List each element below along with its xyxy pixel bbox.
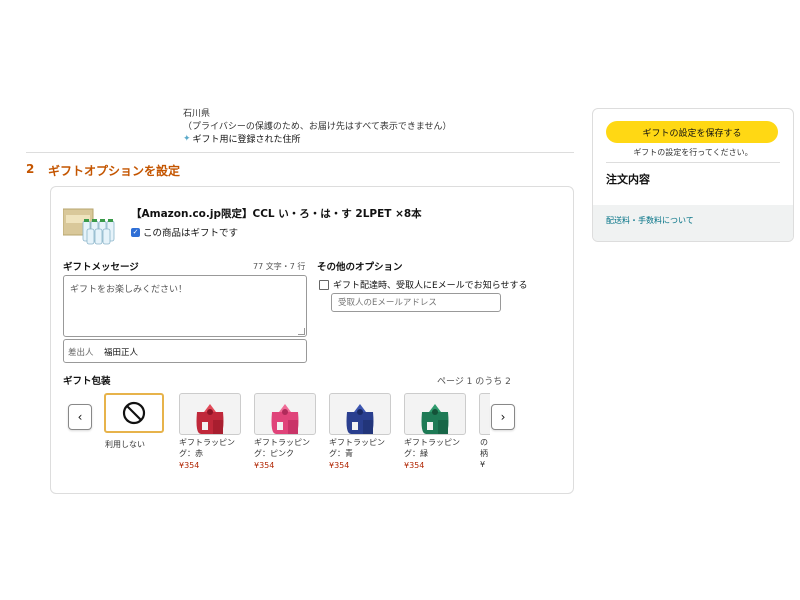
gift-bag-red-icon (196, 404, 224, 434)
recipient-email-input[interactable] (331, 293, 501, 312)
chevron-left-icon: ‹ (77, 410, 83, 424)
section-title: ギフトオプションを設定 (48, 164, 181, 178)
prohibited-icon (122, 401, 146, 425)
gift-message-count: 77 文字・7 行 (253, 262, 306, 271)
wrap-price-pink: ¥354 (254, 461, 275, 470)
sender-field[interactable]: 差出人 福田正人 (63, 339, 307, 363)
gift-message-textarea[interactable]: ギフトをお楽しみください！ (63, 275, 307, 337)
product-title: 【Amazon.co.jp限定】CCL い・ろ・は・す 2LPET ×8本 (131, 208, 422, 220)
wrap-price-red: ¥354 (179, 461, 200, 470)
gift-address-row: ✦ ギフト用に登録された住所 (183, 132, 301, 146)
address-prefecture: 石川県 (183, 109, 211, 119)
address-privacy-note: （プライバシーの保護のため、お届け先はすべて表示できません） (183, 122, 452, 132)
carousel-prev-button[interactable]: ‹ (68, 404, 92, 430)
checkbox-empty-icon[interactable] (319, 279, 329, 290)
product-image (62, 205, 119, 245)
wrap-option-none[interactable] (104, 393, 164, 433)
wrap-option-red[interactable] (179, 393, 241, 435)
gift-bag-blue-icon (346, 404, 374, 434)
wrap-none-label: 利用しない (105, 440, 145, 449)
notify-email-label: ギフト配達時、受取人にEメールでお知らせする (333, 281, 528, 291)
gift-options-card: 【Amazon.co.jp限定】CCL い・ろ・は・す 2LPET ×8本 ✓ … (50, 186, 574, 494)
wrap-name-partial: の 柄 ¥ (480, 438, 488, 469)
wrap-price-blue: ¥354 (329, 461, 350, 470)
gift-message-text: ギフトをお楽しみください！ (70, 285, 188, 295)
gift-bag-green-icon (421, 404, 449, 434)
gift-wrap-label: ギフト包装 (63, 376, 111, 387)
wrap-option-green[interactable] (404, 393, 466, 435)
gift-message-label: ギフトメッセージ (63, 262, 139, 273)
wrap-name-blue: ギフトラッピング：青 (329, 438, 385, 458)
wrap-option-pink[interactable] (254, 393, 316, 435)
other-options-label: その他のオプション (317, 262, 403, 273)
is-gift-checkbox[interactable]: ✓ この商品はギフトです (131, 225, 238, 239)
divider (606, 162, 780, 163)
fees-link[interactable]: 配送料・手数料について (606, 215, 694, 226)
order-summary-title: 注文内容 (606, 173, 650, 186)
sender-name: 福田正人 (104, 348, 139, 358)
sparkle-icon: ✦ (183, 133, 191, 144)
wrap-price-green: ¥354 (404, 461, 425, 470)
wrap-option-partial[interactable] (479, 393, 490, 435)
is-gift-label: この商品はギフトです (143, 228, 239, 239)
carousel-next-button[interactable]: › (491, 404, 515, 430)
gift-bag-pink-icon (271, 404, 299, 434)
panel-footer: 配送料・手数料について (593, 205, 793, 241)
section-number: 2 (26, 162, 35, 176)
divider (26, 152, 574, 153)
resize-handle-icon[interactable] (298, 328, 305, 335)
page-indicator: ページ 1 のうち 2 (437, 377, 511, 387)
sender-label: 差出人 (68, 348, 94, 358)
save-note: ギフトの設定を行ってください。 (633, 148, 753, 157)
gift-address-label: ギフト用に登録された住所 (192, 135, 301, 145)
wrap-name-pink: ギフトラッピング：ピンク (254, 438, 310, 458)
checkbox-checked-icon[interactable]: ✓ (131, 227, 140, 237)
wrap-name-red: ギフトラッピング：赤 (179, 438, 235, 458)
order-summary-panel: ギフトの設定を保存する ギフトの設定を行ってください。 注文内容 配送料・手数料… (592, 108, 794, 242)
chevron-right-icon: › (500, 410, 506, 424)
save-gift-settings-button[interactable]: ギフトの設定を保存する (606, 121, 778, 143)
notify-email-checkbox[interactable]: ギフト配達時、受取人にEメールでお知らせする (319, 278, 528, 291)
wrap-name-green: ギフトラッピング：緑 (404, 438, 460, 458)
wrap-option-blue[interactable] (329, 393, 391, 435)
